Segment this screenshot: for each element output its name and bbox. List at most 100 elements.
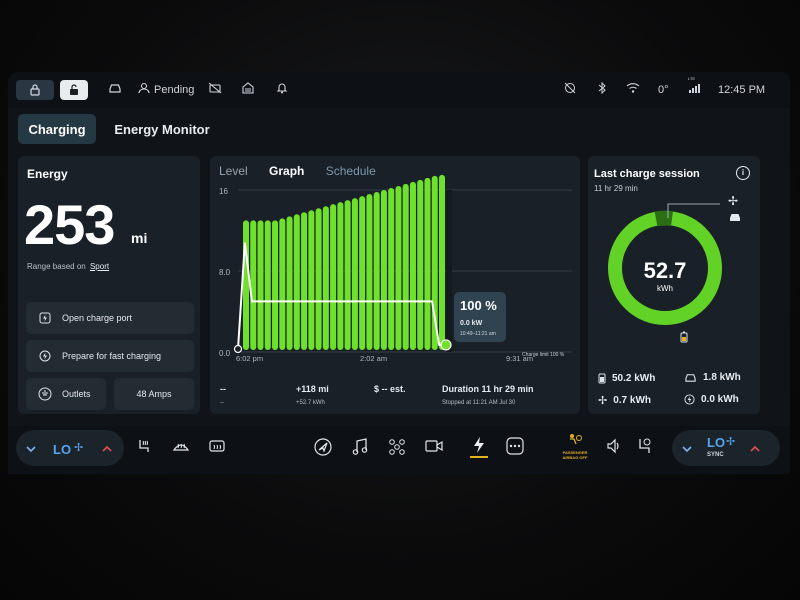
energy-heading: Energy bbox=[27, 167, 68, 181]
range-basis: Range based on Sport bbox=[27, 262, 109, 271]
car-icon bbox=[685, 374, 696, 382]
airbag-status: PASSENGER AIRBAG OFF bbox=[556, 432, 594, 460]
electronics-icon bbox=[684, 394, 695, 405]
touchscreen: Pending 0° LTE 12:45 PM Charging Energy … bbox=[8, 72, 790, 474]
left-temp-down-icon[interactable] bbox=[26, 440, 36, 456]
x-tick-label: 2:02 am bbox=[360, 354, 387, 363]
seat-heater-icon[interactable] bbox=[136, 438, 152, 457]
donut-car-icon bbox=[728, 210, 742, 228]
breakdown-car-value: 1.8 kWh bbox=[703, 372, 741, 383]
cell-signal-icon: LTE bbox=[688, 76, 702, 97]
charge-limit-label: Charge limit 100 % bbox=[522, 352, 565, 358]
charge-bar bbox=[409, 181, 416, 350]
donut-total-value: 52.7 bbox=[643, 258, 687, 283]
more-icon[interactable] bbox=[506, 437, 524, 458]
graph-tooltip: 100 % 0.0 kW 10:49–11:21 am bbox=[454, 292, 506, 342]
range-value: 253 bbox=[24, 193, 115, 256]
airbag-line2: AIRBAG OFF bbox=[562, 455, 588, 460]
y-tick-label: 8.0 bbox=[219, 268, 231, 277]
fast-charge-icon bbox=[36, 347, 54, 365]
camera-icon[interactable] bbox=[424, 438, 444, 457]
charge-bar bbox=[250, 220, 257, 350]
airbag-icon bbox=[570, 434, 582, 445]
charge-bar bbox=[417, 179, 424, 350]
summary-left: -- bbox=[220, 384, 226, 394]
camera-off-icon[interactable] bbox=[208, 82, 222, 97]
charge-bar bbox=[359, 196, 366, 350]
right-fan-icon: ✢ bbox=[726, 436, 736, 448]
wifi-icon[interactable] bbox=[626, 82, 640, 97]
tab-energy-monitor[interactable]: Energy Monitor bbox=[110, 114, 214, 144]
bluetooth-icon[interactable] bbox=[598, 81, 606, 97]
right-temp-up-icon[interactable] bbox=[750, 440, 760, 456]
charge-bar bbox=[330, 204, 337, 350]
amps-label: 48 Amps bbox=[136, 389, 172, 399]
open-charge-port-button[interactable]: Open charge port bbox=[26, 302, 194, 334]
summary-miles-added: +118 mi bbox=[296, 384, 329, 394]
apps-icon[interactable] bbox=[388, 438, 406, 459]
breakdown-electronics-value: 0.0 kWh bbox=[701, 394, 739, 405]
start-marker bbox=[233, 344, 243, 354]
volume-icon[interactable] bbox=[606, 438, 622, 457]
left-temp-up-icon[interactable] bbox=[102, 440, 112, 456]
tooltip-power: 0.0 kW bbox=[460, 320, 483, 327]
breakdown-fan: ✢ 0.7 kWh bbox=[598, 394, 651, 407]
breakdown-battery: 50.2 kWh bbox=[598, 372, 655, 384]
donut-total-unit: kWh bbox=[657, 284, 673, 293]
tooltip-time-range: 10:49–11:21 am bbox=[460, 331, 496, 337]
music-icon[interactable] bbox=[352, 438, 368, 459]
last-session-title: Last charge session bbox=[594, 168, 700, 180]
charge-bar bbox=[293, 214, 300, 350]
connectivity-off-icon bbox=[564, 82, 576, 97]
car-icon[interactable] bbox=[108, 82, 122, 97]
profile-status[interactable]: Pending bbox=[154, 84, 194, 96]
range-unit: mi bbox=[131, 230, 148, 246]
charge-bar bbox=[388, 187, 395, 350]
garage-icon[interactable] bbox=[242, 82, 254, 97]
left-fan-icon: ✢ bbox=[74, 442, 84, 454]
session-end-marker bbox=[446, 190, 452, 352]
summary-stopped: Stopped at 11:21 AM Jul 30 bbox=[442, 400, 516, 406]
navigation-icon[interactable] bbox=[314, 438, 332, 459]
profile-icon[interactable] bbox=[138, 82, 150, 97]
breakdown-electronics: 0.0 kWh bbox=[684, 394, 739, 405]
charge-bar bbox=[243, 220, 249, 350]
summary-duration: Duration 11 hr 29 min bbox=[442, 384, 534, 394]
unlock-icon bbox=[70, 84, 78, 95]
tooltip-percent: 100 % bbox=[460, 298, 497, 313]
bell-icon[interactable] bbox=[276, 82, 288, 97]
fan-icon: ✢ bbox=[598, 395, 608, 407]
outlets-button[interactable]: Outlets bbox=[26, 378, 106, 410]
unlock-button[interactable] bbox=[60, 80, 88, 100]
rear-defrost-icon[interactable] bbox=[208, 438, 226, 457]
energy-panel: Energy 253 mi Range based on Sport Open … bbox=[18, 156, 200, 414]
y-tick-label: 16 bbox=[219, 187, 228, 196]
seat-ventilation-icon[interactable] bbox=[636, 437, 654, 458]
lock-button[interactable] bbox=[16, 80, 54, 100]
front-defrost-icon[interactable] bbox=[172, 438, 190, 457]
charge-bar bbox=[344, 200, 351, 350]
summary-left-sub: -- bbox=[220, 400, 224, 406]
charge-bar bbox=[286, 216, 293, 350]
right-temp-value: LO bbox=[707, 435, 726, 450]
left-temp-value: LO bbox=[53, 442, 72, 457]
range-mode-link[interactable]: Sport bbox=[90, 262, 109, 271]
right-temp-down-icon[interactable] bbox=[682, 440, 692, 456]
prepare-fast-charging-button[interactable]: Prepare for fast charging bbox=[26, 340, 194, 372]
amps-button[interactable]: 48 Amps bbox=[114, 378, 194, 410]
outside-temperature: 0° bbox=[658, 84, 669, 96]
donut-fan-icon: ✢ bbox=[728, 194, 739, 208]
sync-label[interactable]: SYNC bbox=[707, 452, 724, 458]
charge-port-icon bbox=[36, 309, 54, 327]
info-icon[interactable]: i bbox=[736, 166, 750, 180]
tab-charging[interactable]: Charging bbox=[18, 114, 96, 144]
charge-bar bbox=[337, 202, 344, 350]
clock: 12:45 PM bbox=[718, 84, 766, 96]
y-tick-label: 0.0 bbox=[219, 349, 231, 358]
breakdown-battery-value: 50.2 kWh bbox=[612, 372, 656, 384]
charging-icon[interactable] bbox=[470, 436, 488, 458]
x-tick-label: 6:02 pm bbox=[236, 354, 263, 363]
battery-small-icon bbox=[680, 330, 688, 348]
charge-bar bbox=[315, 208, 322, 350]
charge-bar bbox=[402, 183, 409, 350]
